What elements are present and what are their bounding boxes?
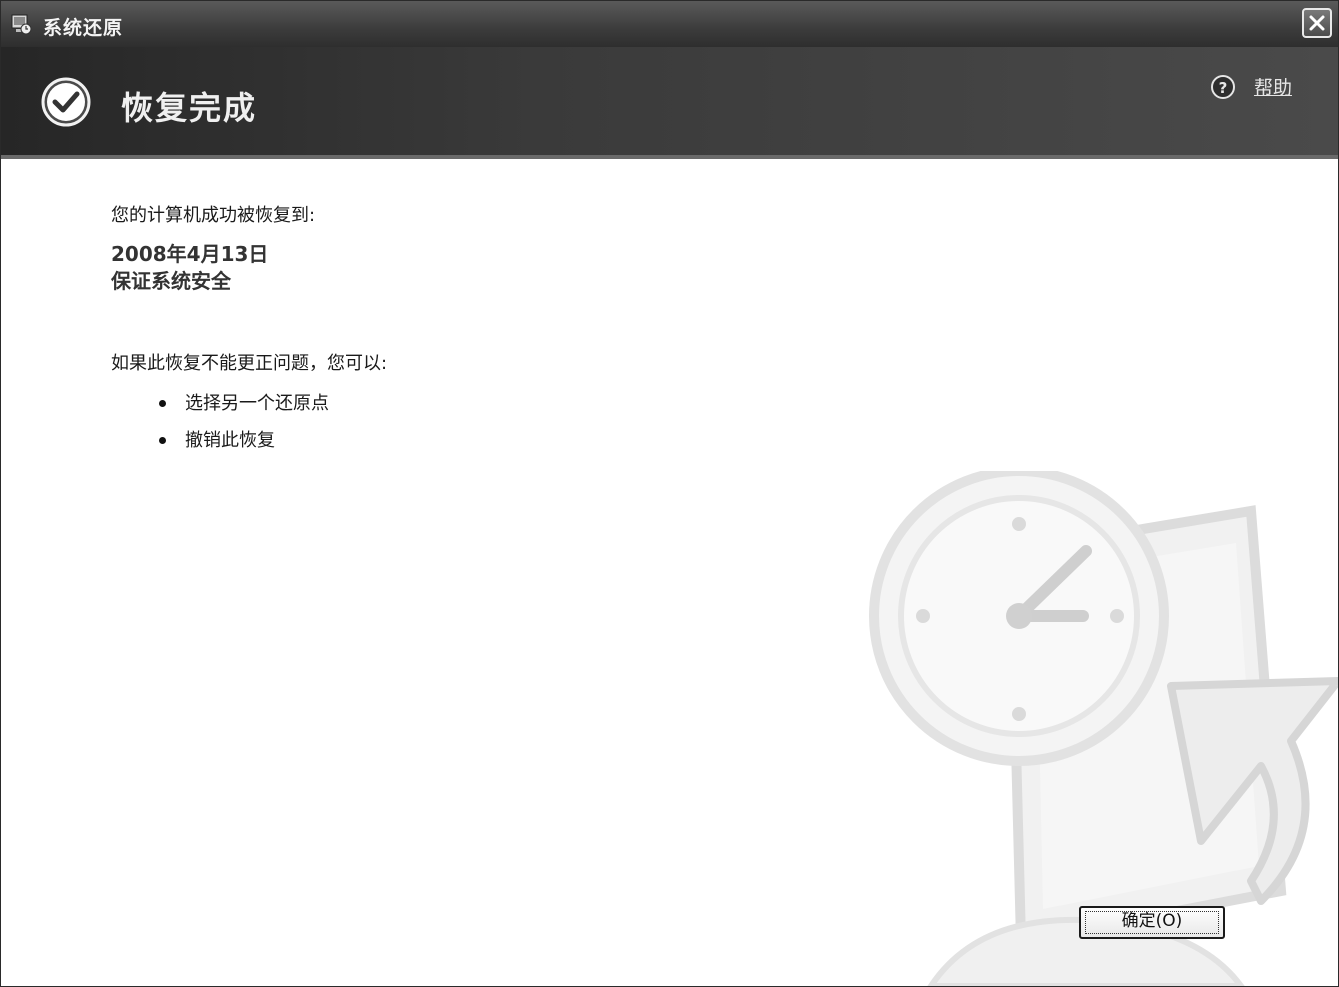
ok-button[interactable]: 确定(O): [1079, 906, 1225, 939]
restore-date: 2008年4月13日: [111, 242, 269, 266]
help-icon[interactable]: ?: [1210, 74, 1236, 100]
window-title: 系统还原: [43, 17, 124, 39]
checkmark-icon: [41, 77, 91, 127]
problem-text: 如果此恢复不能更正问题，您可以:: [111, 353, 388, 374]
header-band: 恢复完成 ? 帮助: [1, 47, 1338, 159]
focus-rectangle: [1085, 911, 1219, 934]
main-content: 您的计算机成功被恢复到: 2008年4月13日 保证系统安全 如果此恢复不能更正…: [111, 201, 811, 459]
svg-text:?: ?: [1219, 79, 1228, 97]
help-link-group[interactable]: ? 帮助: [1210, 73, 1292, 100]
help-link[interactable]: 帮助: [1254, 73, 1292, 100]
close-button[interactable]: [1302, 8, 1332, 38]
system-restore-icon: [11, 14, 32, 35]
title-bar: 系统还原: [1, 1, 1338, 47]
restore-point-description: 保证系统安全: [111, 269, 231, 293]
page-title: 恢复完成: [121, 89, 258, 127]
system-restore-window: 系统还原 恢复完成 ? 帮助 您的计算机成功被恢复到: 2008年4月13日 保…: [0, 0, 1339, 987]
option-undo-restore[interactable]: 撤销此恢复: [159, 422, 811, 459]
close-icon: [1309, 15, 1325, 31]
options-list: 选择另一个还原点 撤销此恢复: [159, 385, 811, 459]
restore-intro-text: 您的计算机成功被恢复到:: [111, 205, 316, 226]
option-choose-another-restore-point[interactable]: 选择另一个还原点: [159, 385, 811, 422]
